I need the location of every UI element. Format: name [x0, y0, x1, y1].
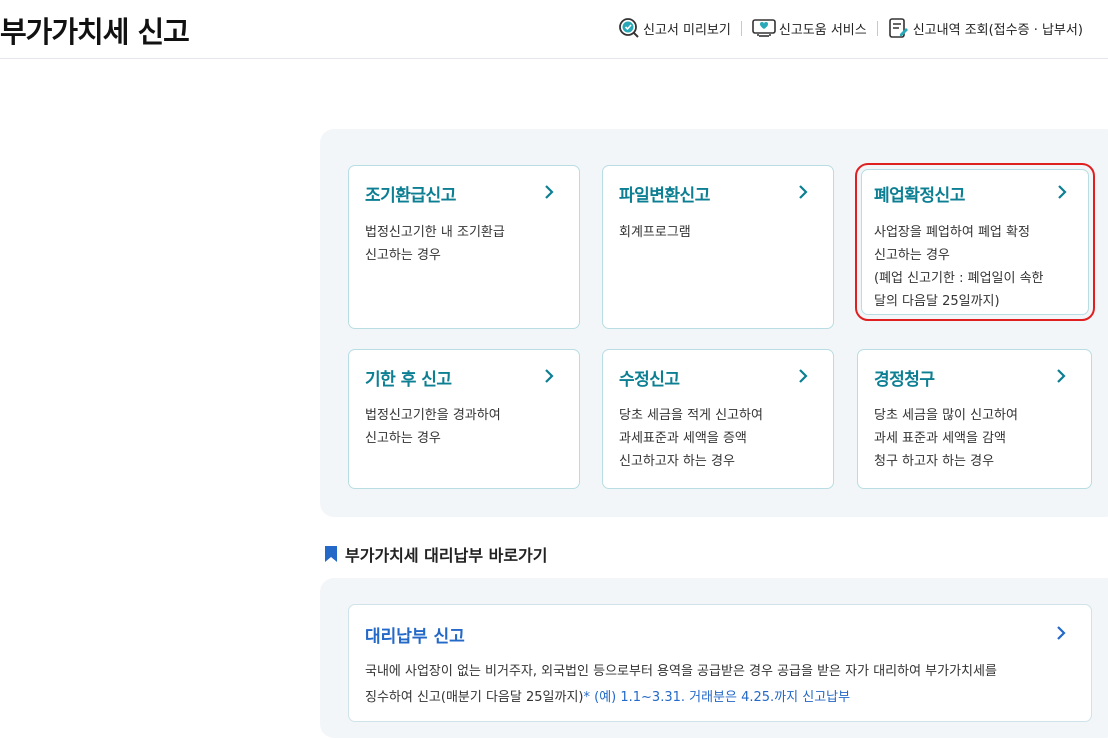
- card-description: 회계프로그램: [619, 221, 824, 244]
- card-desc-line: 신고하는 경우: [365, 431, 441, 446]
- chevron-right-icon: [799, 185, 808, 199]
- card-description: 사업장을 폐업하여 폐업 확정 신고하는 경우 (폐업 신고기한 : 폐업일이 …: [874, 221, 1079, 313]
- card-file-conversion[interactable]: 파일변환신고 회계프로그램: [602, 165, 834, 329]
- card-title: 파일변환신고: [619, 186, 710, 206]
- card-desc-line: 과세표준과 세액을 증액: [619, 431, 747, 446]
- card-description: 국내에 사업장이 없는 비거주자, 외국법인 등으로부터 용역을 공급받은 경우…: [365, 659, 997, 711]
- divider: [740, 20, 742, 36]
- card-title: 대리납부 신고: [365, 627, 465, 647]
- page-header: 부가가치세 신고 신고서 미리보기 신고도움 서비스 신고내역 조회(접수증 ·…: [0, 0, 1108, 59]
- card-desc-line: 청구 하고자 하는 경우: [874, 454, 995, 469]
- proxy-section-heading: 부가가치세 대리납부 바로가기: [324, 542, 548, 566]
- help-service-link-label: 신고도움 서비스: [778, 22, 867, 38]
- chevron-right-icon: [545, 369, 554, 383]
- card-desc-line: 신고하고자 하는 경우: [619, 454, 735, 469]
- header-links: 신고서 미리보기 신고도움 서비스 신고내역 조회(접수증 · 납부서): [618, 17, 1083, 39]
- divider: [876, 20, 878, 36]
- card-description: 당초 세금을 많이 신고하여 과세 표준과 세액을 감액 청구 하고자 하는 경…: [874, 404, 1079, 473]
- bookmark-icon: [325, 546, 337, 562]
- chevron-right-icon: [1057, 626, 1066, 640]
- preview-link[interactable]: 신고서 미리보기: [618, 17, 731, 39]
- card-title: 수정신고: [619, 370, 680, 390]
- card-desc-line: (폐업 신고기한 : 폐업일이 속한: [874, 271, 1044, 286]
- card-desc-line: 사업장을 폐업하여 폐업 확정: [874, 225, 1030, 240]
- card-desc-line: 회계프로그램: [619, 225, 691, 240]
- card-desc-line: 국내에 사업장이 없는 비거주자, 외국법인 등으로부터 용역을 공급받은 경우…: [365, 664, 997, 679]
- card-description: 법정신고기한 내 조기환급 신고하는 경우: [365, 221, 570, 267]
- example-note: * (예) 1.1~3.31. 거래분은 4.25.까지 신고납부: [583, 690, 851, 705]
- card-desc-line: 징수하여 신고(매분기 다음달 25일까지)* (예) 1.1~3.31. 거래…: [365, 685, 997, 711]
- proxy-section-heading-text: 부가가치세 대리납부 바로가기: [345, 546, 548, 565]
- card-desc-line: 당초 세금을 적게 신고하여: [619, 408, 763, 423]
- card-desc-line: 신고하는 경우: [874, 248, 950, 263]
- preview-link-label: 신고서 미리보기: [643, 22, 731, 38]
- card-desc-line: 달의 다음달 25일까지): [874, 294, 1000, 309]
- history-link-label: 신고내역 조회(접수증 · 납부서): [912, 22, 1083, 38]
- page-title: 부가가치세 신고: [0, 15, 190, 49]
- card-amended-return[interactable]: 수정신고 당초 세금을 적게 신고하여 과세표준과 세액을 증액 신고하고자 하…: [602, 349, 834, 489]
- card-desc-line: 과세 표준과 세액을 감액: [874, 431, 1006, 446]
- card-title: 조기환급신고: [365, 186, 456, 206]
- card-closure-confirmation[interactable]: 폐업확정신고 사업장을 폐업하여 폐업 확정 신고하는 경우 (폐업 신고기한 …: [855, 163, 1095, 321]
- card-correction-claim[interactable]: 경정청구 당초 세금을 많이 신고하여 과세 표준과 세액을 감액 청구 하고자…: [857, 349, 1092, 489]
- chevron-right-icon: [1057, 369, 1066, 383]
- chevron-right-icon: [1058, 185, 1067, 199]
- card-desc-line: 신고하는 경우: [365, 248, 441, 263]
- card-description: 법정신고기한을 경과하여 신고하는 경우: [365, 404, 570, 450]
- document-edit-icon: [888, 18, 908, 38]
- card-description: 당초 세금을 적게 신고하여 과세표준과 세액을 증액 신고하고자 하는 경우: [619, 404, 824, 473]
- card-desc-text: 징수하여 신고(매분기 다음달 25일까지): [365, 690, 584, 705]
- card-title: 폐업확정신고: [874, 186, 965, 206]
- chevron-right-icon: [799, 369, 808, 383]
- card-desc-line: 당초 세금을 많이 신고하여: [874, 408, 1018, 423]
- card-title: 경정청구: [874, 370, 935, 390]
- chevron-right-icon: [545, 185, 554, 199]
- card-late-filing[interactable]: 기한 후 신고 법정신고기한을 경과하여 신고하는 경우: [348, 349, 580, 489]
- card-proxy-payment[interactable]: 대리납부 신고 국내에 사업장이 없는 비거주자, 외국법인 등으로부터 용역을…: [348, 604, 1092, 722]
- history-link[interactable]: 신고내역 조회(접수증 · 납부서): [888, 17, 1083, 39]
- monitor-help-icon: [752, 19, 776, 37]
- card-title: 기한 후 신고: [365, 370, 452, 390]
- card-desc-line: 법정신고기한 내 조기환급: [365, 225, 505, 240]
- search-check-icon: [619, 18, 639, 38]
- card-desc-line: 법정신고기한을 경과하여: [365, 408, 501, 423]
- card-early-refund[interactable]: 조기환급신고 법정신고기한 내 조기환급 신고하는 경우: [348, 165, 580, 329]
- help-service-link[interactable]: 신고도움 서비스: [752, 17, 867, 39]
